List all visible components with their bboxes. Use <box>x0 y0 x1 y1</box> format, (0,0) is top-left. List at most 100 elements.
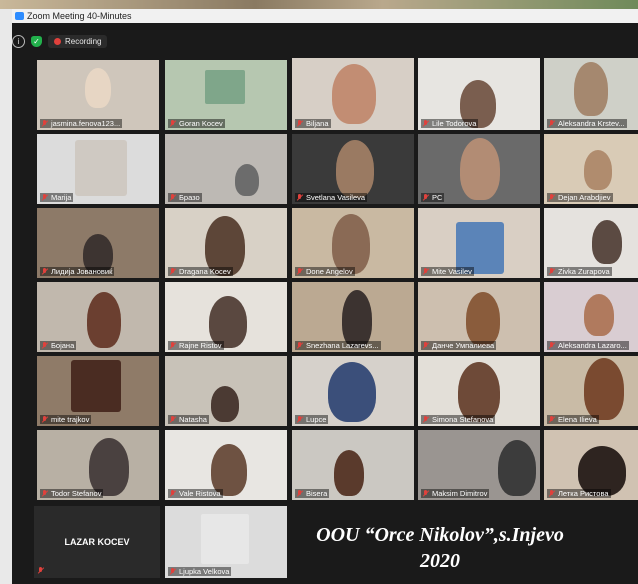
muted-mic-icon <box>42 268 48 275</box>
participant-tile[interactable]: Done Angelov <box>292 208 414 278</box>
participant-thumbnail <box>89 438 129 496</box>
participant-name-tag: Dejan Arabdjiev <box>547 193 613 202</box>
participant-tile[interactable]: Maksim Dimitrov <box>418 430 540 500</box>
recording-dot-icon <box>54 37 61 45</box>
window-title: Zoom Meeting 40-Minutes <box>27 11 132 21</box>
participant-tile[interactable]: jasmina.fenova123... <box>37 60 159 130</box>
muted-mic-icon <box>297 416 303 423</box>
participant-tile[interactable]: Лидија Јовановиќ <box>37 208 159 278</box>
muted-mic-icon <box>423 490 429 497</box>
participant-tile[interactable]: Mite Vasilev <box>418 208 540 278</box>
participant-tile[interactable]: Zivka Zurapova <box>544 208 638 278</box>
participant-tile[interactable]: Rajne Ristov <box>165 282 287 352</box>
muted-mic-icon <box>297 268 303 275</box>
participant-name-tag: Бојана <box>40 341 77 350</box>
muted-mic-icon <box>423 268 429 275</box>
participant-thumbnail <box>211 386 239 422</box>
participant-name-tag: Goran Kocev <box>168 119 225 128</box>
participant-name-tag: Rajne Ristov <box>168 341 224 350</box>
muted-mic-icon <box>549 194 555 201</box>
participant-thumbnail <box>85 68 111 108</box>
participant-tile[interactable]: mite trajkov <box>37 356 159 426</box>
participant-tile[interactable]: Bisera <box>292 430 414 500</box>
muted-mic-icon <box>170 194 176 201</box>
participant-name-tag: Todor Stefanov <box>40 489 104 498</box>
participant-tile[interactable]: Marija <box>37 134 159 204</box>
participant-tile[interactable]: Летка Ристова <box>544 430 638 500</box>
participant-thumbnail <box>332 64 376 124</box>
info-icon[interactable]: i <box>12 34 25 48</box>
participant-thumbnail <box>458 362 500 422</box>
participant-name-tag: Natasha <box>168 415 209 424</box>
watermark-line-1: OOU “Orce Nikolov”,s.Injevo <box>316 524 564 546</box>
participant-tile[interactable]: Todor Stefanov <box>37 430 159 500</box>
muted-mic-icon <box>423 120 429 127</box>
participant-tile[interactable]: Aleksandra Lazaro... <box>544 282 638 352</box>
participant-name-tag: Done Angelov <box>295 267 355 276</box>
participant-tile[interactable]: Aleksandra Krstev... <box>544 58 638 130</box>
participant-tile[interactable]: Elena Ilieva <box>544 356 638 426</box>
participant-name-tag: Данче Умпалиева <box>421 341 497 350</box>
participant-name-tag: Snezhana Lazarevs... <box>295 341 381 350</box>
participant-thumbnail <box>584 150 612 190</box>
participant-name-tag: Aleksandra Krstev... <box>547 119 627 128</box>
participant-name-tag: Бразо <box>168 193 202 202</box>
participant-tile[interactable]: Dragana Kocev <box>165 208 287 278</box>
participant-name-tag: PC <box>421 193 445 202</box>
participant-name-tag: Simona Stefanova <box>421 415 496 424</box>
recording-label: Recording <box>65 36 102 46</box>
participant-thumbnail <box>235 164 259 196</box>
participant-tile[interactable]: Ljupka Velkova <box>165 506 287 578</box>
muted-mic-icon <box>423 342 429 349</box>
participant-tile[interactable]: Snezhana Lazarevs... <box>292 282 414 352</box>
participant-tile[interactable]: Biljana <box>292 58 414 130</box>
participant-name-tag: Marija <box>40 193 74 202</box>
participant-name-tag: Ljupka Velkova <box>168 567 232 576</box>
muted-mic-icon <box>297 490 303 497</box>
muted-mic-icon <box>297 120 303 127</box>
participant-tile[interactable]: Бојана <box>37 282 159 352</box>
participant-tile[interactable]: Dejan Arabdjiev <box>544 134 638 204</box>
participant-name-tag: jasmina.fenova123... <box>40 119 123 128</box>
muted-mic-icon <box>170 416 176 423</box>
participant-thumbnail <box>342 290 372 348</box>
muted-mic-icon <box>549 416 555 423</box>
participant-name-large: LAZAR KOCEV <box>64 537 130 547</box>
participant-tile[interactable]: PC <box>418 134 540 204</box>
participant-thumbnail <box>466 292 500 346</box>
security-shield-icon[interactable]: ✓ <box>31 35 42 47</box>
watermark-year: 2020 <box>420 550 460 572</box>
muted-mic-icon <box>42 416 48 423</box>
participant-thumbnail <box>334 450 364 496</box>
participant-name-tag: Lile Todorova <box>421 119 479 128</box>
window-titlebar[interactable]: Zoom Meeting 40-Minutes <box>12 9 638 24</box>
participant-tile[interactable]: Lupce <box>292 356 414 426</box>
participant-name-tag: Elena Ilieva <box>547 415 599 424</box>
background-photo-strip <box>0 0 638 9</box>
participant-tile[interactable]: LAZAR KOCEV <box>34 506 160 578</box>
muted-mic-icon <box>549 342 555 349</box>
muted-mic-icon <box>423 194 429 201</box>
participant-tile[interactable]: Goran Kocev <box>165 60 287 130</box>
participant-thumbnail <box>205 70 245 104</box>
participant-thumbnail <box>460 138 500 200</box>
participant-tile[interactable]: Vale Ristova <box>165 430 287 500</box>
participant-tile[interactable]: Данче Умпалиева <box>418 282 540 352</box>
participant-tile[interactable]: Svetlana Vasileva <box>292 134 414 204</box>
participant-tile[interactable]: Lile Todorova <box>418 58 540 130</box>
participant-tile[interactable]: Бразо <box>165 134 287 204</box>
recording-indicator[interactable]: Recording <box>48 34 108 48</box>
participant-name-tag: Летка Ристова <box>547 489 611 498</box>
participant-tile[interactable]: Simona Stefanova <box>418 356 540 426</box>
participant-thumbnail <box>336 140 374 198</box>
participant-thumbnail <box>584 358 624 420</box>
participant-thumbnail <box>592 220 622 264</box>
participant-name-tag: Bisera <box>295 489 330 498</box>
muted-mic-icon <box>549 120 555 127</box>
participant-tile[interactable]: Natasha <box>165 356 287 426</box>
participant-thumbnail <box>71 360 121 412</box>
muted-mic-icon <box>38 567 44 574</box>
participant-name-tag: Лидија Јовановиќ <box>40 267 115 276</box>
muted-mic-icon <box>42 490 48 497</box>
muted-mic-icon <box>42 342 48 349</box>
